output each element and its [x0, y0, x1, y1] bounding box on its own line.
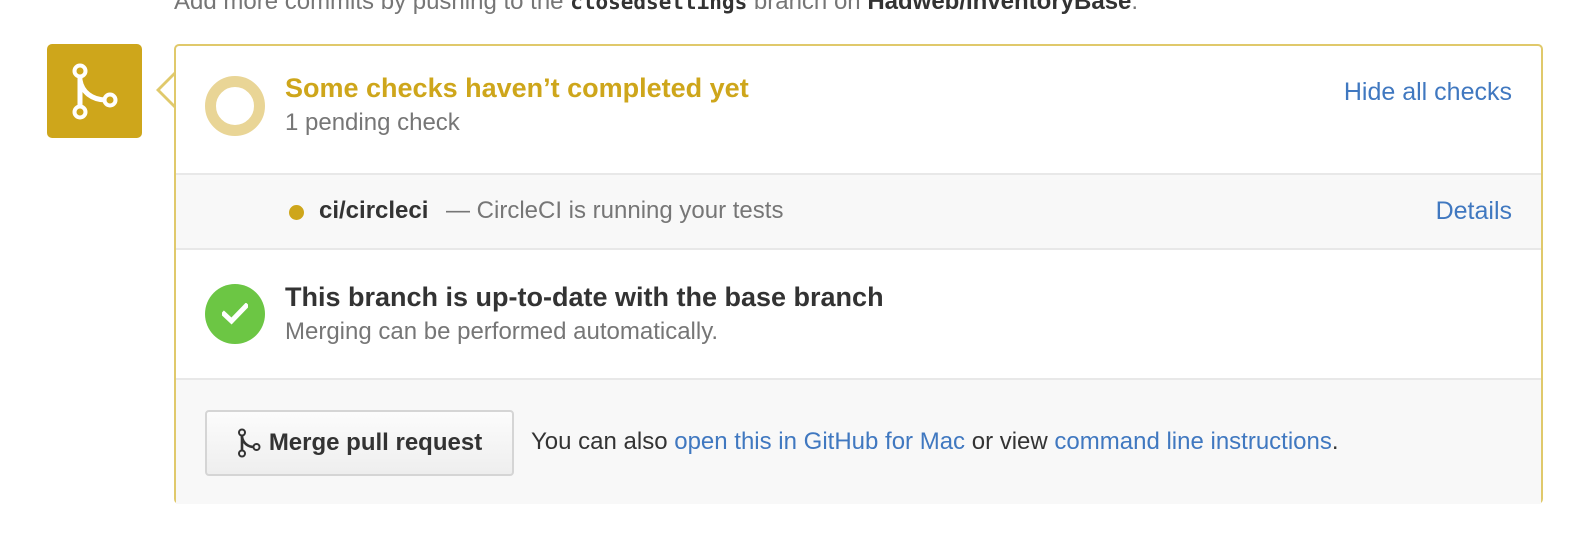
command-line-instructions-link[interactable]: command line instructions: [1054, 428, 1331, 455]
push-instructions-suffix: .: [1131, 0, 1139, 15]
check-name: ci/circleci: [319, 197, 429, 224]
hide-all-checks-link[interactable]: Hide all checks: [1344, 78, 1512, 107]
git-merge-icon: [72, 63, 117, 120]
merge-button-label: Merge pull request: [268, 429, 483, 456]
repo-name: Hadweb/InventoryBase: [867, 0, 1132, 15]
checks-summary: Some checks haven’t completed yet 1 pend…: [176, 46, 1541, 173]
merge-box: Some checks haven’t completed yet 1 pend…: [174, 44, 1543, 504]
branch-status-heading: This branch is up-to-date with the base …: [285, 282, 884, 312]
git-merge-icon: [237, 428, 261, 458]
ci-check-row: ci/circleci — CircleCI is running your t…: [176, 173, 1541, 250]
merge-text-prefix: You can also: [531, 428, 668, 455]
checks-heading: Some checks haven’t completed yet: [285, 73, 749, 103]
branch-status: This branch is up-to-date with the base …: [176, 250, 1541, 378]
merge-text-middle: or view: [971, 428, 1048, 455]
merge-text-suffix: .: [1331, 428, 1339, 455]
merge-pull-request-button[interactable]: Merge pull request: [205, 410, 514, 476]
pending-ring-icon: [205, 76, 265, 136]
merge-alternatives: You can also open this in GitHub for Mac…: [531, 428, 1339, 456]
check-details-link[interactable]: Details: [1436, 197, 1512, 226]
branch-name: closedsettings: [570, 0, 748, 14]
pending-status-dot-icon: [289, 205, 304, 220]
open-github-for-mac-link[interactable]: open this in GitHub for Mac: [674, 428, 965, 455]
checks-count: 1 pending check: [285, 109, 460, 136]
push-instructions-prefix: Add more commits by pushing to the: [174, 0, 564, 15]
merge-status-badge: [47, 44, 142, 138]
success-badge: [205, 284, 265, 344]
push-instructions: Add more commits by pushing to the close…: [174, 0, 1138, 16]
check-description: — CircleCI is running your tests: [446, 197, 784, 224]
branch-status-subtext: Merging can be performed automatically.: [285, 318, 719, 345]
merge-actions: Merge pull request You can also open thi…: [176, 378, 1541, 504]
push-instructions-middle: branch on: [753, 0, 861, 15]
check-icon: [222, 303, 248, 325]
